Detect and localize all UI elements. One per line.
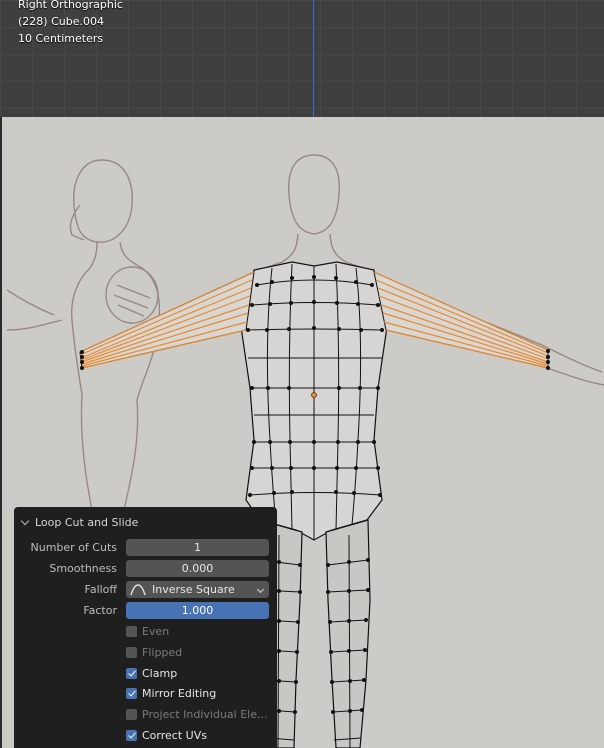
panel-title: Loop Cut and Slide [35, 515, 139, 529]
object-origin [311, 392, 317, 398]
flipped-checkbox[interactable] [126, 646, 137, 658]
grid-scale-text: 10 Centimeters [18, 32, 104, 45]
correct-uvs-checkbox[interactable] [126, 729, 137, 741]
clamp-checkbox-row[interactable]: Clamp [126, 665, 177, 681]
number-of-cuts-field[interactable]: 1 [126, 539, 269, 556]
factor-label: Factor [83, 604, 117, 617]
number-of-cuts-label: Number of Cuts [30, 541, 117, 554]
falloff-value: Inverse Square [152, 583, 235, 596]
even-checkbox[interactable] [126, 625, 137, 637]
correct-uvs-checkbox-row[interactable]: Correct UVs [126, 727, 207, 743]
project-individual-checkbox[interactable] [126, 708, 137, 720]
object-name-text: (228) Cube.004 [18, 15, 104, 28]
clamp-checkbox[interactable] [126, 667, 137, 679]
panel-header[interactable]: Loop Cut and Slide [20, 514, 139, 530]
factor-field[interactable]: 1.000 [126, 602, 269, 619]
falloff-curve-icon [130, 583, 146, 595]
mirror-editing-checkbox-row[interactable]: Mirror Editing [126, 685, 216, 701]
view-name-text: Right Orthographic [18, 0, 123, 11]
correct-uvs-label: Correct UVs [142, 728, 207, 742]
clamp-label: Clamp [142, 666, 178, 680]
flipped-label: Flipped [142, 645, 183, 659]
smoothness-field[interactable]: 0.000 [126, 560, 269, 577]
falloff-label: Falloff [84, 583, 117, 596]
mirror-editing-checkbox[interactable] [126, 687, 137, 699]
smoothness-label: Smoothness [49, 562, 117, 575]
mirror-editing-label: Mirror Editing [142, 686, 217, 700]
project-individual-label: Project Individual Ele... [142, 707, 268, 721]
chevron-down-icon[interactable] [20, 516, 30, 525]
falloff-dropdown[interactable]: Inverse Square [126, 581, 269, 598]
z-axis-line [313, 0, 314, 117]
chevron-down-icon [256, 585, 265, 594]
operator-redo-panel[interactable]: Loop Cut and Slide Number of Cuts 1 Smoo… [14, 507, 277, 748]
even-checkbox-row[interactable]: Even [126, 623, 169, 639]
project-individual-checkbox-row[interactable]: Project Individual Ele... [126, 706, 267, 722]
even-label: Even [142, 624, 170, 638]
flipped-checkbox-row[interactable]: Flipped [126, 644, 182, 660]
